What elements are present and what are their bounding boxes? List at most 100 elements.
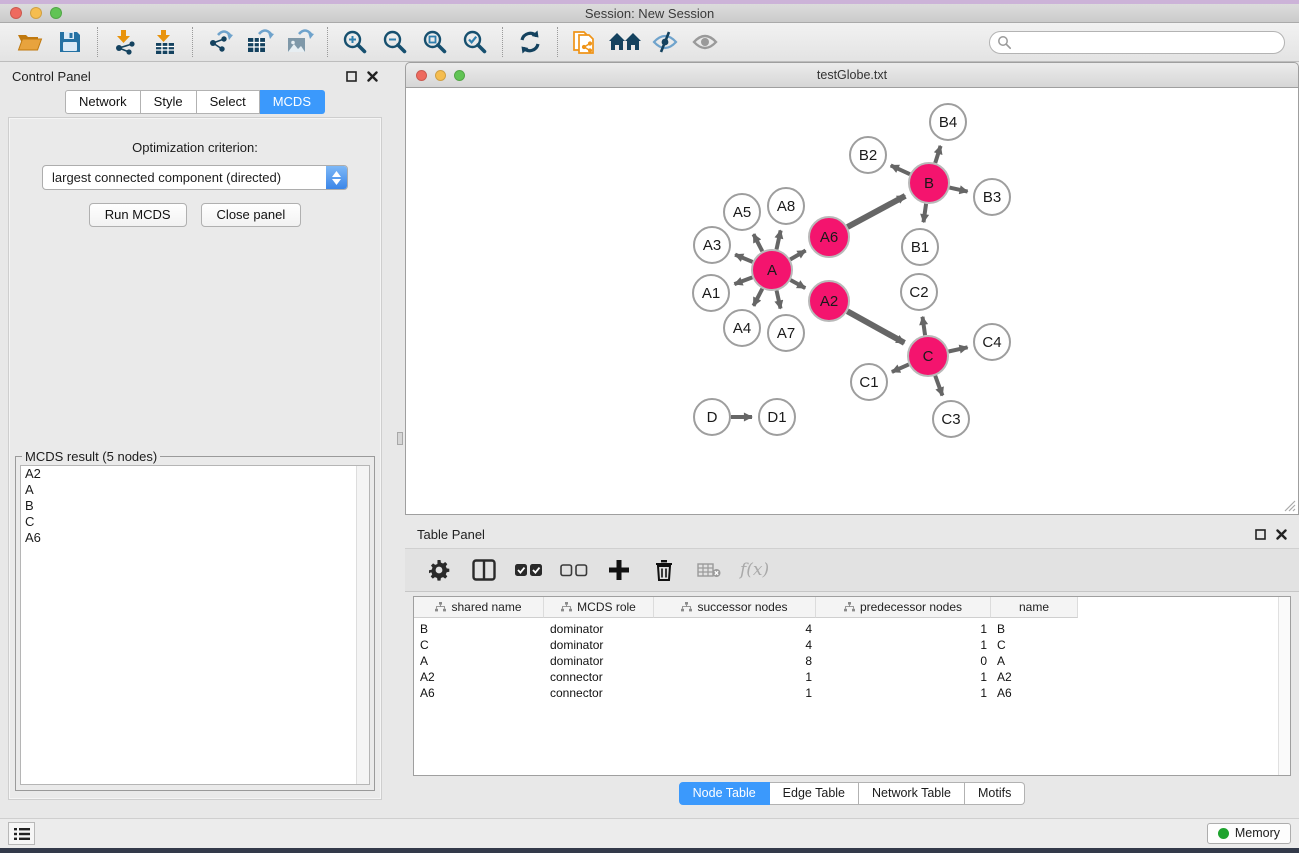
graph-node-A3[interactable]: A3: [694, 227, 730, 263]
table-cell[interactable]: 4: [654, 621, 816, 637]
graph-edge-B-B3[interactable]: [949, 188, 967, 192]
float-panel-icon[interactable]: [1255, 529, 1266, 540]
graph-node-A8[interactable]: A8: [768, 188, 804, 224]
new-network-from-selection-button[interactable]: [565, 26, 605, 58]
graph-edge-A-A1[interactable]: [734, 277, 752, 284]
graph-edge-C-C4[interactable]: [949, 347, 968, 351]
show-details-button[interactable]: [685, 26, 725, 58]
tab-select[interactable]: Select: [197, 90, 260, 114]
tab-network[interactable]: Network: [65, 90, 141, 114]
zoom-selected-button[interactable]: [455, 26, 495, 58]
table-cell[interactable]: A6: [991, 685, 1078, 701]
memory-button[interactable]: Memory: [1207, 823, 1291, 844]
mcds-result-list[interactable]: A2ABCA6: [20, 465, 370, 785]
column-header-shared-name[interactable]: shared name: [414, 597, 544, 618]
import-table-button[interactable]: [145, 26, 185, 58]
table-cell[interactable]: A: [991, 653, 1078, 669]
home-panels-button[interactable]: [605, 26, 645, 58]
graph-edge-A-A5[interactable]: [753, 234, 762, 251]
graph-edge-A-A3[interactable]: [735, 255, 753, 262]
graph-node-B3[interactable]: B3: [974, 179, 1010, 215]
table-cell[interactable]: 8: [654, 653, 816, 669]
deselect-all-button[interactable]: [560, 555, 588, 585]
graph-node-D[interactable]: D: [694, 399, 730, 435]
graph-edge-C-C3[interactable]: [935, 376, 942, 396]
graph-edge-B-B1[interactable]: [923, 204, 926, 222]
table-cell[interactable]: dominator: [544, 653, 654, 669]
graph-node-B2[interactable]: B2: [850, 137, 886, 173]
zoom-fit-button[interactable]: [415, 26, 455, 58]
result-list-scrollbar[interactable]: [356, 466, 369, 784]
close-panel-icon[interactable]: [1276, 529, 1287, 540]
graph-node-C[interactable]: C: [908, 336, 948, 376]
refresh-button[interactable]: [510, 26, 550, 58]
run-mcds-button[interactable]: Run MCDS: [89, 203, 187, 227]
column-header-successor-nodes[interactable]: successor nodes: [654, 597, 816, 618]
float-panel-icon[interactable]: [346, 71, 357, 82]
graph-node-A[interactable]: A: [752, 250, 792, 290]
table-row[interactable]: Cdominator41C: [414, 637, 1290, 653]
import-network-button[interactable]: [105, 26, 145, 58]
close-panel-button[interactable]: Close panel: [201, 203, 302, 227]
delete-column-button[interactable]: [650, 555, 678, 585]
panel-splitter-handle[interactable]: [397, 432, 403, 445]
graph-edge-C-C1[interactable]: [892, 364, 909, 371]
tab-edge-table[interactable]: Edge Table: [770, 782, 859, 805]
graph-node-B[interactable]: B: [909, 163, 949, 203]
table-scrollbar[interactable]: [1278, 597, 1290, 775]
table-row[interactable]: A2connector11A2: [414, 669, 1290, 685]
open-session-button[interactable]: [10, 26, 50, 58]
table-cell[interactable]: C: [414, 637, 544, 653]
table-cell[interactable]: 1: [816, 669, 991, 685]
table-row[interactable]: Bdominator41B: [414, 618, 1290, 637]
table-cell[interactable]: 1: [654, 685, 816, 701]
graph-node-A2[interactable]: A2: [809, 281, 849, 321]
graph-node-A4[interactable]: A4: [724, 310, 760, 346]
table-settings-button[interactable]: [425, 555, 453, 585]
tab-motifs[interactable]: Motifs: [965, 782, 1025, 805]
zoom-out-button[interactable]: [375, 26, 415, 58]
network-window-titlebar[interactable]: testGlobe.txt: [405, 62, 1299, 88]
table-cell[interactable]: 4: [654, 637, 816, 653]
table-cell[interactable]: 1: [816, 685, 991, 701]
graph-node-B1[interactable]: B1: [902, 229, 938, 265]
table-row[interactable]: Adominator80A: [414, 653, 1290, 669]
graph-node-C4[interactable]: C4: [974, 324, 1010, 360]
tab-mcds[interactable]: MCDS: [260, 90, 325, 114]
list-item[interactable]: A2: [21, 466, 369, 482]
column-header-predecessor-nodes[interactable]: predecessor nodes: [816, 597, 991, 618]
graph-edge-A2-C[interactable]: [847, 311, 904, 343]
graph-node-A1[interactable]: A1: [693, 275, 729, 311]
graph-node-A5[interactable]: A5: [724, 194, 760, 230]
graph-node-A7[interactable]: A7: [768, 315, 804, 351]
export-network-button[interactable]: [200, 26, 240, 58]
table-cell[interactable]: connector: [544, 685, 654, 701]
graph-edge-B-B2[interactable]: [891, 165, 910, 174]
search-input[interactable]: [1012, 33, 1284, 52]
table-cell[interactable]: dominator: [544, 621, 654, 637]
table-cell[interactable]: 1: [816, 621, 991, 637]
graph-edge-C-C2[interactable]: [922, 317, 925, 335]
hide-details-button[interactable]: [645, 26, 685, 58]
graph-edge-A-A8[interactable]: [776, 230, 780, 249]
table-cell[interactable]: B: [991, 621, 1078, 637]
search-field[interactable]: [989, 31, 1285, 54]
graph-edge-A6-B[interactable]: [847, 196, 905, 227]
graph-edge-A-A2[interactable]: [790, 280, 805, 288]
list-item[interactable]: C: [21, 514, 369, 530]
table-cell[interactable]: connector: [544, 669, 654, 685]
table-cell[interactable]: C: [991, 637, 1078, 653]
graph-edge-A-A7[interactable]: [777, 290, 781, 308]
table-row[interactable]: A6connector11A6: [414, 685, 1290, 701]
graph-edge-B-B4[interactable]: [935, 146, 940, 163]
table-cell[interactable]: A: [414, 653, 544, 669]
column-header-name[interactable]: name: [991, 597, 1078, 618]
select-all-button[interactable]: [515, 555, 543, 585]
graph-node-B4[interactable]: B4: [930, 104, 966, 140]
table-cell[interactable]: 1: [654, 669, 816, 685]
graph-node-C1[interactable]: C1: [851, 364, 887, 400]
graph-node-D1[interactable]: D1: [759, 399, 795, 435]
tab-node-table[interactable]: Node Table: [679, 782, 770, 805]
list-item[interactable]: B: [21, 498, 369, 514]
tab-style[interactable]: Style: [141, 90, 197, 114]
